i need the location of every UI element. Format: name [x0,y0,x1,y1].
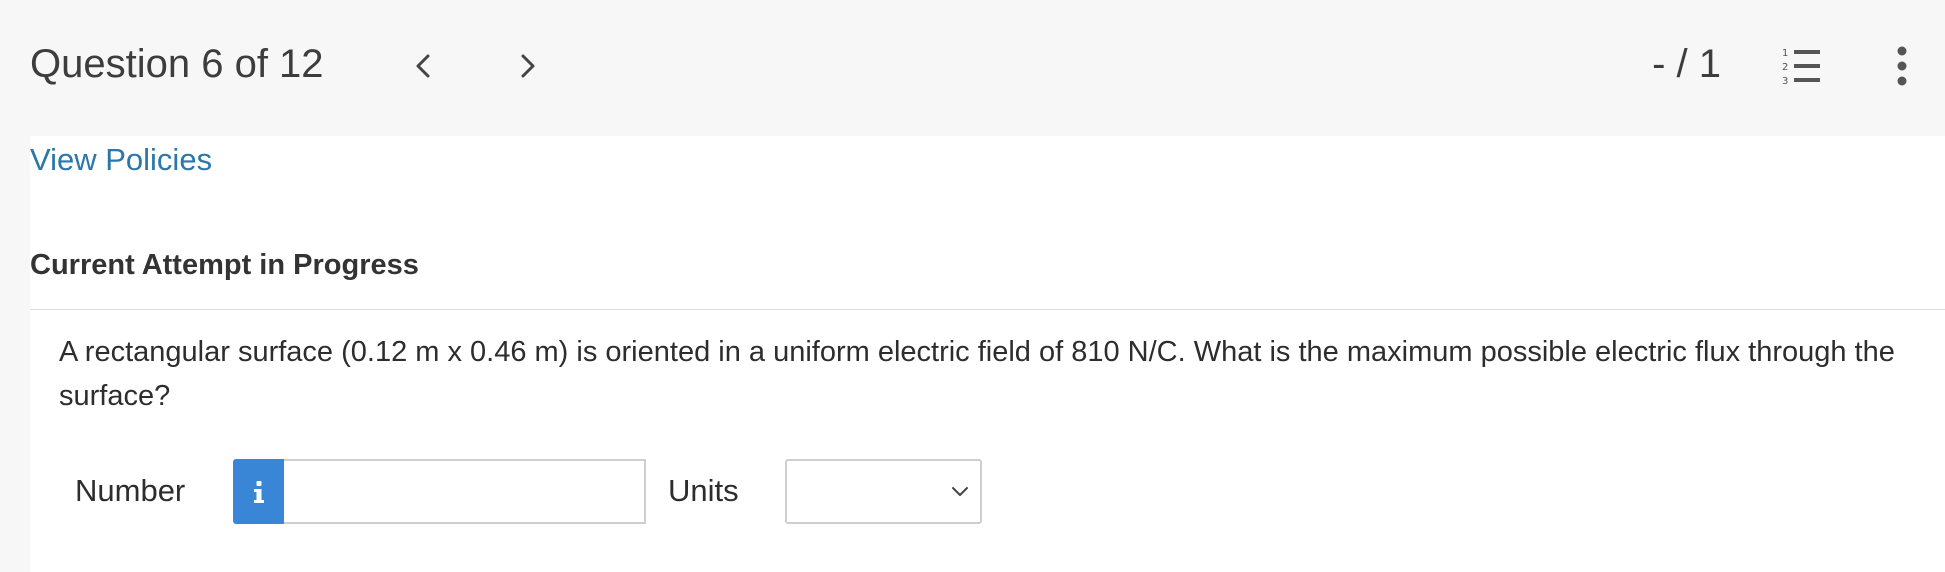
more-options-button[interactable] [1884,44,1920,88]
chevron-right-icon [521,54,535,78]
previous-question-button[interactable] [405,44,441,88]
units-dropdown[interactable] [785,459,982,524]
units-label: Units [668,473,739,508]
next-question-button[interactable] [510,44,546,88]
svg-text:1: 1 [1782,48,1788,59]
svg-text:2: 2 [1782,62,1788,73]
chevron-down-icon [952,487,968,496]
question-score: - / 1 [1652,42,1721,86]
question-text: A rectangular surface (0.12 m x 0.46 m) … [59,336,1895,412]
attempt-heading: Current Attempt in Progress [30,249,419,281]
info-icon [254,480,264,503]
number-label: Number [75,473,186,508]
question-list-button[interactable]: 1 2 3 [1780,44,1826,88]
divider [30,309,1945,310]
question-header: Question 6 of 12 - / 1 1 2 3 [0,0,1945,136]
svg-text:3: 3 [1782,76,1788,87]
number-input[interactable] [284,459,646,524]
question-title: Question 6 of 12 [30,42,324,86]
numbered-list-icon: 1 2 3 [1782,48,1820,87]
chevron-left-icon [416,54,430,78]
info-button[interactable] [233,459,285,524]
vertical-dots-icon [1897,46,1907,86]
view-policies-link[interactable]: View Policies [30,142,212,178]
